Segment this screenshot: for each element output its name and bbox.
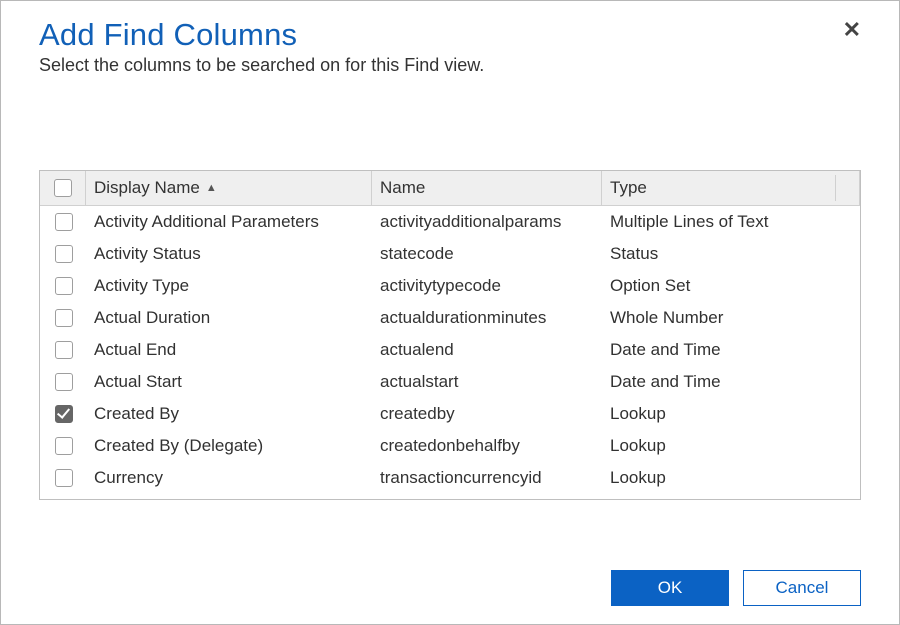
select-all-cell xyxy=(40,171,86,205)
row-checkbox[interactable] xyxy=(55,373,73,391)
grid-body[interactable]: Activity Additional Parametersactivityad… xyxy=(40,206,860,499)
table-row[interactable]: Actual EndactualendDate and Time xyxy=(40,334,860,366)
row-check-cell xyxy=(40,434,86,458)
cell-name: transactioncurrencyid xyxy=(372,468,602,488)
cell-name: statecode xyxy=(372,244,602,264)
header-name-label: Name xyxy=(380,178,425,198)
cell-type: Status xyxy=(602,244,860,264)
cell-display-name: Activity Type xyxy=(86,276,372,296)
row-checkbox[interactable] xyxy=(55,469,73,487)
cell-name: createdonbehalfby xyxy=(372,436,602,456)
cell-display-name: Created By (Delegate) xyxy=(86,436,372,456)
row-checkbox[interactable] xyxy=(55,213,73,231)
cell-name: activitytypecode xyxy=(372,276,602,296)
header-display-name[interactable]: Display Name ▲ xyxy=(86,171,372,205)
dialog-subtitle: Select the columns to be searched on for… xyxy=(39,55,484,76)
cell-display-name: Activity Additional Parameters xyxy=(86,212,372,232)
dialog-footer: OK Cancel xyxy=(611,570,861,606)
table-row[interactable]: Activity Additional Parametersactivityad… xyxy=(40,206,860,238)
cell-display-name: Activity Status xyxy=(86,244,372,264)
cell-type: Date and Time xyxy=(602,372,860,392)
cell-type: Whole Number xyxy=(602,308,860,328)
header-end-separator xyxy=(835,175,836,201)
row-checkbox[interactable] xyxy=(55,245,73,263)
cell-name: actualstart xyxy=(372,372,602,392)
table-row[interactable]: Created BycreatedbyLookup xyxy=(40,398,860,430)
header-display-name-label: Display Name xyxy=(94,178,200,198)
cell-type: Date and Time xyxy=(602,340,860,360)
table-row[interactable]: Created By (Delegate)createdonbehalfbyLo… xyxy=(40,430,860,462)
dialog-title: Add Find Columns xyxy=(39,17,484,53)
row-checkbox[interactable] xyxy=(55,437,73,455)
cell-display-name: Actual End xyxy=(86,340,372,360)
add-find-columns-dialog: Add Find Columns Select the columns to b… xyxy=(0,0,900,625)
cell-display-name: Actual Start xyxy=(86,372,372,392)
cell-type: Lookup xyxy=(602,468,860,488)
cell-type: Option Set xyxy=(602,276,860,296)
header-name[interactable]: Name xyxy=(372,171,602,205)
table-row[interactable]: CurrencytransactioncurrencyidLookup xyxy=(40,462,860,494)
row-check-cell xyxy=(40,306,86,330)
cell-name: activityadditionalparams xyxy=(372,212,602,232)
cell-display-name: Created By xyxy=(86,404,372,424)
select-all-checkbox[interactable] xyxy=(54,179,72,197)
row-checkbox[interactable] xyxy=(55,309,73,327)
cell-display-name: Actual Duration xyxy=(86,308,372,328)
table-row[interactable]: Actual StartactualstartDate and Time xyxy=(40,366,860,398)
table-row[interactable]: Activity StatusstatecodeStatus xyxy=(40,238,860,270)
row-checkbox[interactable] xyxy=(55,341,73,359)
row-check-cell xyxy=(40,370,86,394)
row-check-cell xyxy=(40,242,86,266)
cell-name: actualdurationminutes xyxy=(372,308,602,328)
row-check-cell xyxy=(40,466,86,490)
row-checkbox[interactable] xyxy=(55,277,73,295)
grid-header: Display Name ▲ Name Type xyxy=(40,171,860,206)
row-check-cell xyxy=(40,274,86,298)
ok-button[interactable]: OK xyxy=(611,570,729,606)
cell-display-name: Currency xyxy=(86,468,372,488)
row-checkbox[interactable] xyxy=(55,405,73,423)
cell-type: Lookup xyxy=(602,436,860,456)
sort-asc-icon: ▲ xyxy=(206,182,217,194)
cell-name: actualend xyxy=(372,340,602,360)
dialog-header: Add Find Columns Select the columns to b… xyxy=(39,15,861,76)
columns-grid: Display Name ▲ Name Type Activity Additi… xyxy=(39,170,861,500)
table-row[interactable]: Activity TypeactivitytypecodeOption Set xyxy=(40,270,860,302)
table-row[interactable]: Actual DurationactualdurationminutesWhol… xyxy=(40,302,860,334)
cell-name: createdby xyxy=(372,404,602,424)
cancel-button[interactable]: Cancel xyxy=(743,570,861,606)
header-type-label: Type xyxy=(610,178,647,198)
row-check-cell xyxy=(40,402,86,426)
cell-type: Lookup xyxy=(602,404,860,424)
row-check-cell xyxy=(40,338,86,362)
row-check-cell xyxy=(40,210,86,234)
cell-type: Multiple Lines of Text xyxy=(602,212,860,232)
header-type[interactable]: Type xyxy=(602,171,860,205)
close-icon[interactable]: ✕ xyxy=(843,15,861,41)
